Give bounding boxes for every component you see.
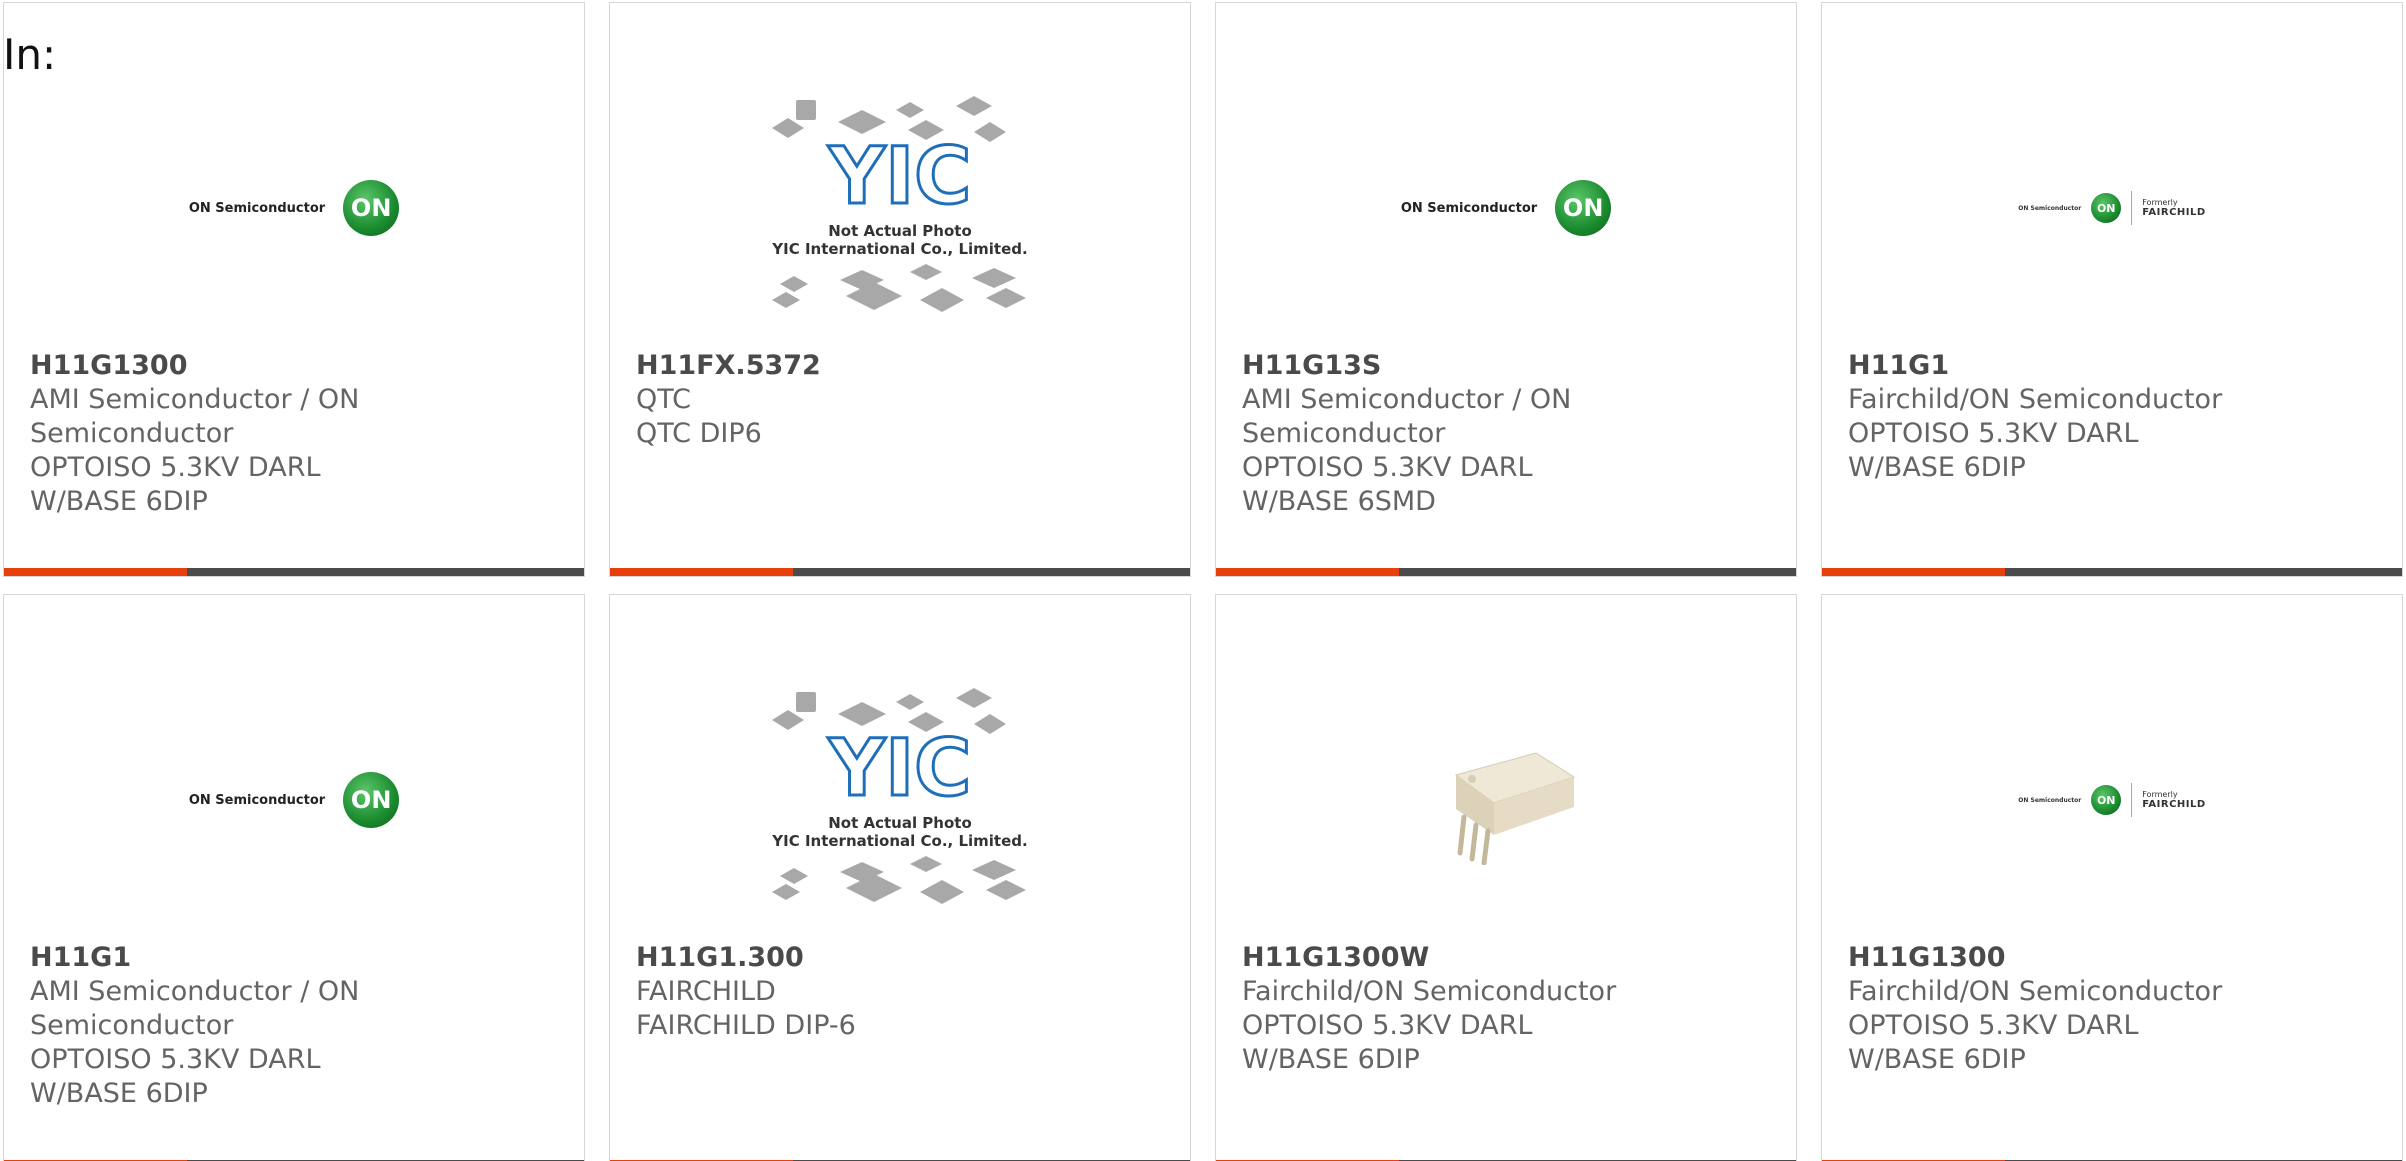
part-number-link[interactable]: H11G1.300: [636, 941, 1036, 975]
part-number-link[interactable]: H11G1300: [1848, 941, 2248, 975]
svg-text:YIC International Co., Limited: YIC International Co., Limited.: [771, 832, 1027, 850]
manufacturer: AMI Semiconductor / ON Semiconductor: [30, 384, 360, 449]
on-logo-icon: ON: [1555, 180, 1612, 236]
part-number-link[interactable]: H11G1300: [30, 349, 430, 383]
product-info: H11FX.5372 QTC QTC DIP6: [636, 349, 1036, 451]
logo-text: ON Semiconductor: [188, 200, 326, 216]
logo-text: ON Semiconductor: [2018, 796, 2082, 804]
in-label: In:: [3, 30, 57, 79]
svg-text:YIC: YIC: [828, 724, 972, 814]
manufacturer: AMI Semiconductor / ON Semiconductor: [30, 976, 360, 1041]
on-semiconductor-logo: ON Semiconductor ON: [1400, 180, 1612, 236]
product-info: H11G13S AMI Semiconductor / ON Semicondu…: [1242, 349, 1642, 519]
product-info: H11G1.300 FAIRCHILD FAIRCHILD DIP-6: [636, 941, 1036, 1043]
formerly-text: Formerly: [2142, 790, 2178, 799]
card-bottom-bar: [610, 568, 1190, 576]
fairchild-on-logo: ON Semiconductor ON Formerly FAIRCHILD: [2018, 783, 2205, 817]
manufacturer: FAIRCHILD: [636, 976, 776, 1007]
fairchild-logo: Formerly FAIRCHILD: [2142, 198, 2205, 218]
manufacturer: QTC: [636, 384, 692, 415]
product-image[interactable]: YIC Not Actual Photo YIC International C…: [610, 63, 1190, 353]
part-number-link[interactable]: H11FX.5372: [636, 349, 1036, 383]
product-image[interactable]: ON Semiconductor ON: [4, 63, 584, 353]
manufacturer: Fairchild/ON Semiconductor: [1242, 976, 1617, 1007]
product-info: H11G1 AMI Semiconductor / ON Semiconduct…: [30, 941, 430, 1111]
product-card[interactable]: ON Semiconductor ON Formerly FAIRCHILD H…: [1821, 2, 2403, 577]
fairchild-on-logo: ON Semiconductor ON Formerly FAIRCHILD: [2018, 191, 2205, 225]
description: OPTOISO 5.3KV DARL W/BASE 6DIP: [1242, 1010, 1533, 1075]
logo-text: ON Semiconductor: [1400, 200, 1538, 216]
on-logo-icon: ON: [343, 180, 400, 236]
part-number-link[interactable]: H11G1: [30, 941, 430, 975]
product-card[interactable]: H11G1300W Fairchild/ON Semiconductor OPT…: [1215, 594, 1797, 1161]
product-info: H11G1300 Fairchild/ON Semiconductor OPTO…: [1848, 941, 2248, 1077]
on-logo-icon: ON: [2091, 193, 2122, 223]
product-card[interactable]: ON Semiconductor ON H11G1 AMI Semiconduc…: [3, 594, 585, 1161]
description: OPTOISO 5.3KV DARL W/BASE 6SMD: [1242, 452, 1533, 517]
product-image[interactable]: ON Semiconductor ON: [4, 655, 584, 945]
product-info: H11G1 Fairchild/ON Semiconductor OPTOISO…: [1848, 349, 2248, 485]
description: QTC DIP6: [636, 418, 762, 449]
manufacturer: AMI Semiconductor / ON Semiconductor: [1242, 384, 1572, 449]
fairchild-logo: Formerly FAIRCHILD: [2142, 790, 2205, 810]
description: OPTOISO 5.3KV DARL W/BASE 6DIP: [1848, 418, 2139, 483]
card-bottom-bar: [4, 568, 584, 576]
logo-text: ON Semiconductor: [188, 792, 326, 808]
description: OPTOISO 5.3KV DARL W/BASE 6DIP: [30, 452, 321, 517]
product-image[interactable]: [1216, 655, 1796, 945]
product-image[interactable]: ON Semiconductor ON Formerly FAIRCHILD: [1822, 63, 2402, 353]
part-number-link[interactable]: H11G13S: [1242, 349, 1642, 383]
product-info: H11G1300 AMI Semiconductor / ON Semicond…: [30, 349, 430, 519]
part-number-link[interactable]: H11G1300W: [1242, 941, 1642, 975]
on-logo-icon: ON: [2091, 785, 2122, 815]
description: OPTOISO 5.3KV DARL W/BASE 6DIP: [30, 1044, 321, 1109]
product-card[interactable]: ON Semiconductor ON H11G1300 AMI Semicon…: [3, 2, 585, 577]
product-image[interactable]: ON Semiconductor ON Formerly FAIRCHILD: [1822, 655, 2402, 945]
logo-divider: [2131, 783, 2133, 817]
manufacturer: Fairchild/ON Semiconductor: [1848, 384, 2223, 415]
product-info: H11G1300W Fairchild/ON Semiconductor OPT…: [1242, 941, 1642, 1077]
svg-text:Not Actual Photo: Not Actual Photo: [828, 814, 972, 832]
product-card[interactable]: YIC Not Actual Photo YIC International C…: [609, 2, 1191, 577]
product-image[interactable]: ON Semiconductor ON: [1216, 63, 1796, 353]
svg-text:Not Actual Photo: Not Actual Photo: [828, 222, 972, 240]
svg-text:YIC: YIC: [828, 132, 972, 222]
fairchild-text: FAIRCHILD: [2142, 207, 2206, 218]
card-bottom-bar: [1216, 568, 1796, 576]
description: FAIRCHILD DIP-6: [636, 1010, 856, 1041]
on-semiconductor-logo: ON Semiconductor ON: [188, 180, 400, 236]
product-card[interactable]: ON Semiconductor ON Formerly FAIRCHILD H…: [1821, 594, 2403, 1161]
on-semiconductor-logo: ON Semiconductor ON: [188, 772, 400, 828]
product-card[interactable]: YIC Not Actual Photo YIC International C…: [609, 594, 1191, 1161]
logo-text: ON Semiconductor: [2018, 204, 2082, 212]
chip-photo-icon: [1454, 752, 1576, 865]
manufacturer: Fairchild/ON Semiconductor: [1848, 976, 2223, 1007]
formerly-text: Formerly: [2142, 198, 2178, 207]
product-card[interactable]: ON Semiconductor ON H11G13S AMI Semicond…: [1215, 2, 1797, 577]
fairchild-text: FAIRCHILD: [2142, 799, 2206, 810]
yic-placeholder-icon: YIC Not Actual Photo YIC International C…: [771, 96, 1028, 312]
logo-divider: [2131, 191, 2133, 225]
svg-text:YIC International Co., Limited: YIC International Co., Limited.: [771, 240, 1027, 258]
on-logo-icon: ON: [343, 772, 400, 828]
product-grid: ON Semiconductor ON H11G1300 AMI Semicon…: [3, 2, 2403, 1161]
yic-placeholder-icon: YIC Not Actual Photo YIC International C…: [771, 688, 1028, 904]
product-image[interactable]: YIC Not Actual Photo YIC International C…: [610, 655, 1190, 945]
page: In: ON Semiconductor ON H11G1300 AMI Sem…: [0, 0, 2406, 1161]
part-number-link[interactable]: H11G1: [1848, 349, 2248, 383]
description: OPTOISO 5.3KV DARL W/BASE 6DIP: [1848, 1010, 2139, 1075]
card-bottom-bar: [1822, 568, 2402, 576]
